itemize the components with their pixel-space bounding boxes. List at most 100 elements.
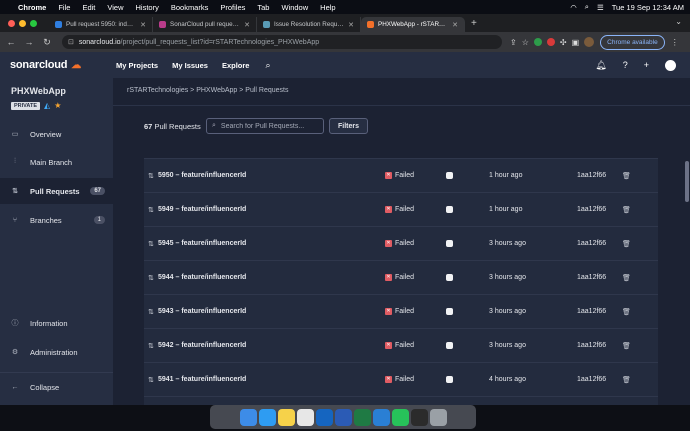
- azure-devops-icon[interactable]: ◭: [44, 101, 50, 110]
- maximize-window-icon[interactable]: [30, 19, 37, 27]
- pull-request-row-partial[interactable]: [144, 396, 658, 405]
- notes-icon[interactable]: [277, 408, 295, 426]
- safari-icon[interactable]: [258, 408, 276, 426]
- control-center-icon[interactable]: ☰: [597, 3, 604, 12]
- chrome-update-button[interactable]: Chrome available: [600, 34, 665, 50]
- sidebar-item-branches[interactable]: ⑂ Branches 1: [0, 207, 113, 233]
- sidebar-item-administration[interactable]: ⚙ Administration: [0, 339, 113, 365]
- analysis-checkbox[interactable]: [446, 342, 453, 349]
- pull-request-row[interactable]: ⇅ 5943 – feature/influencerId ✕ Failed 3 …: [144, 294, 658, 328]
- word-icon[interactable]: [334, 408, 352, 426]
- trash-icon[interactable]: [429, 408, 447, 426]
- extensions-puzzle-icon[interactable]: ✣: [560, 38, 567, 47]
- pull-request-search[interactable]: ⌕: [206, 118, 324, 134]
- chrome-icon[interactable]: [296, 408, 314, 426]
- browser-tab[interactable]: SonarCloud pull request status ✕: [153, 17, 257, 32]
- sidepanel-icon[interactable]: ▣: [572, 38, 580, 47]
- analysis-checkbox[interactable]: [446, 308, 453, 315]
- finder-icon[interactable]: [239, 408, 257, 426]
- pull-request-row[interactable]: ⇅ 5950 – feature/influencerId ✕ Failed 1 …: [144, 158, 658, 192]
- search-icon[interactable]: ⌕: [265, 60, 270, 71]
- share-icon[interactable]: ⇪: [510, 38, 517, 47]
- sidebar-item-overview[interactable]: ▭ Overview: [0, 121, 113, 147]
- tab-close-icon[interactable]: ✕: [452, 21, 458, 29]
- sonarcloud-logo[interactable]: sonarcloud ☁: [10, 59, 116, 71]
- forward-icon[interactable]: →: [22, 37, 36, 47]
- plus-icon[interactable]: +: [644, 60, 649, 70]
- pull-request-title[interactable]: 5944 – feature/influencerId: [158, 274, 246, 281]
- grammarly-icon[interactable]: [533, 38, 542, 46]
- nav-explore[interactable]: Explore: [222, 61, 250, 70]
- notifications-bell-icon[interactable]: 🔔︎: [595, 60, 606, 71]
- tab-close-icon[interactable]: ✕: [348, 21, 354, 29]
- menu-window[interactable]: Window: [281, 3, 308, 12]
- page-scrollbar[interactable]: [685, 161, 689, 202]
- pull-request-row[interactable]: ⇅ 5945 – feature/influencerId ✕ Failed 3 …: [144, 226, 658, 260]
- help-icon[interactable]: ?: [623, 60, 628, 70]
- new-tab-icon[interactable]: +: [471, 18, 477, 29]
- analysis-checkbox[interactable]: [446, 274, 453, 281]
- pull-request-row[interactable]: ⇅ 5941 – feature/influencerId ✕ Failed 4 …: [144, 362, 658, 396]
- nav-my-issues[interactable]: My Issues: [172, 61, 208, 70]
- delete-trash-icon[interactable]: 🗑︎: [622, 376, 631, 384]
- outlook-icon[interactable]: [315, 408, 333, 426]
- pull-request-search-input[interactable]: [220, 122, 316, 130]
- menu-view[interactable]: View: [107, 3, 123, 12]
- analysis-checkbox[interactable]: [446, 376, 453, 383]
- search-icon[interactable]: ⌕: [585, 2, 589, 12]
- pull-request-row[interactable]: ⇅ 5942 – feature/influencerId ✕ Failed 3 …: [144, 328, 658, 362]
- menu-bookmarks[interactable]: Bookmarks: [171, 3, 209, 12]
- vscode-icon[interactable]: [372, 408, 390, 426]
- bookmark-star-icon[interactable]: ☆: [522, 38, 529, 47]
- back-icon[interactable]: ←: [4, 37, 18, 47]
- excel-icon[interactable]: [353, 408, 371, 426]
- lock-icon[interactable]: ⊡: [68, 38, 74, 46]
- menu-help[interactable]: Help: [320, 3, 335, 12]
- delete-trash-icon[interactable]: 🗑︎: [622, 274, 631, 282]
- more-menu-icon[interactable]: ⋮: [671, 38, 679, 47]
- address-bar[interactable]: ⊡ sonarcloud.io /project/pull_requests_l…: [62, 35, 502, 49]
- menu-file[interactable]: File: [58, 3, 70, 12]
- close-window-icon[interactable]: [8, 19, 15, 27]
- pull-request-title[interactable]: 5943 – feature/influencerId: [158, 308, 246, 315]
- delete-trash-icon[interactable]: 🗑︎: [622, 172, 631, 180]
- menu-history[interactable]: History: [136, 3, 159, 12]
- pull-request-title[interactable]: 5942 – feature/influencerId: [158, 342, 246, 349]
- whatsapp-icon[interactable]: [391, 408, 409, 426]
- tab-search-icon[interactable]: ⌄: [675, 17, 682, 26]
- pull-request-title[interactable]: 5945 – feature/influencerId: [158, 240, 246, 247]
- browser-tab-active[interactable]: PHXWebApp - rSTARTechnologi ✕: [361, 17, 465, 32]
- reload-icon[interactable]: ↻: [40, 37, 54, 48]
- wifi-icon[interactable]: ◠: [570, 3, 577, 12]
- menu-profiles[interactable]: Profiles: [220, 3, 245, 12]
- filters-button[interactable]: Filters: [329, 118, 369, 134]
- analysis-checkbox[interactable]: [446, 172, 453, 179]
- analysis-checkbox[interactable]: [446, 206, 453, 213]
- pull-request-title[interactable]: 5941 – feature/influencerId: [158, 376, 246, 383]
- sidebar-item-pull-requests[interactable]: ⇅ Pull Requests 67: [0, 178, 113, 204]
- delete-trash-icon[interactable]: 🗑︎: [622, 240, 631, 248]
- sidebar-item-information[interactable]: ⓘ Information: [0, 310, 113, 336]
- sidebar-collapse-button[interactable]: ← Collapse: [0, 374, 113, 400]
- pull-request-row[interactable]: ⇅ 5944 – feature/influencerId ✕ Failed 3 …: [144, 260, 658, 294]
- project-name[interactable]: PHXWebApp: [11, 86, 66, 96]
- pull-request-row[interactable]: ⇅ 5949 – feature/influencerId ✕ Failed 1 …: [144, 192, 658, 226]
- minimize-window-icon[interactable]: [19, 19, 26, 27]
- tab-close-icon[interactable]: ✕: [140, 21, 146, 29]
- menu-tab[interactable]: Tab: [257, 3, 269, 12]
- delete-trash-icon[interactable]: 🗑︎: [622, 308, 631, 316]
- menu-datetime[interactable]: Tue 19 Sep 12:34 AM: [612, 3, 684, 12]
- nav-my-projects[interactable]: My Projects: [116, 61, 158, 70]
- menu-edit[interactable]: Edit: [82, 3, 95, 12]
- profile-avatar[interactable]: [584, 37, 595, 47]
- sidebar-item-main-branch[interactable]: ⫶ Main Branch: [0, 149, 113, 175]
- tab-close-icon[interactable]: ✕: [244, 21, 250, 29]
- delete-trash-icon[interactable]: 🗑︎: [622, 342, 631, 350]
- pull-request-title[interactable]: 5950 – feature/influencerId: [158, 172, 246, 179]
- menu-app-name[interactable]: Chrome: [18, 3, 46, 12]
- favorite-star-icon[interactable]: ★: [54, 101, 61, 110]
- terminal-icon[interactable]: [410, 408, 428, 426]
- breadcrumb[interactable]: rSTARTechnologies > PHXWebApp > Pull Req…: [127, 87, 288, 94]
- delete-trash-icon[interactable]: 🗑︎: [622, 206, 631, 214]
- browser-tab[interactable]: Pull request 5950: indenting o ✕: [49, 17, 153, 32]
